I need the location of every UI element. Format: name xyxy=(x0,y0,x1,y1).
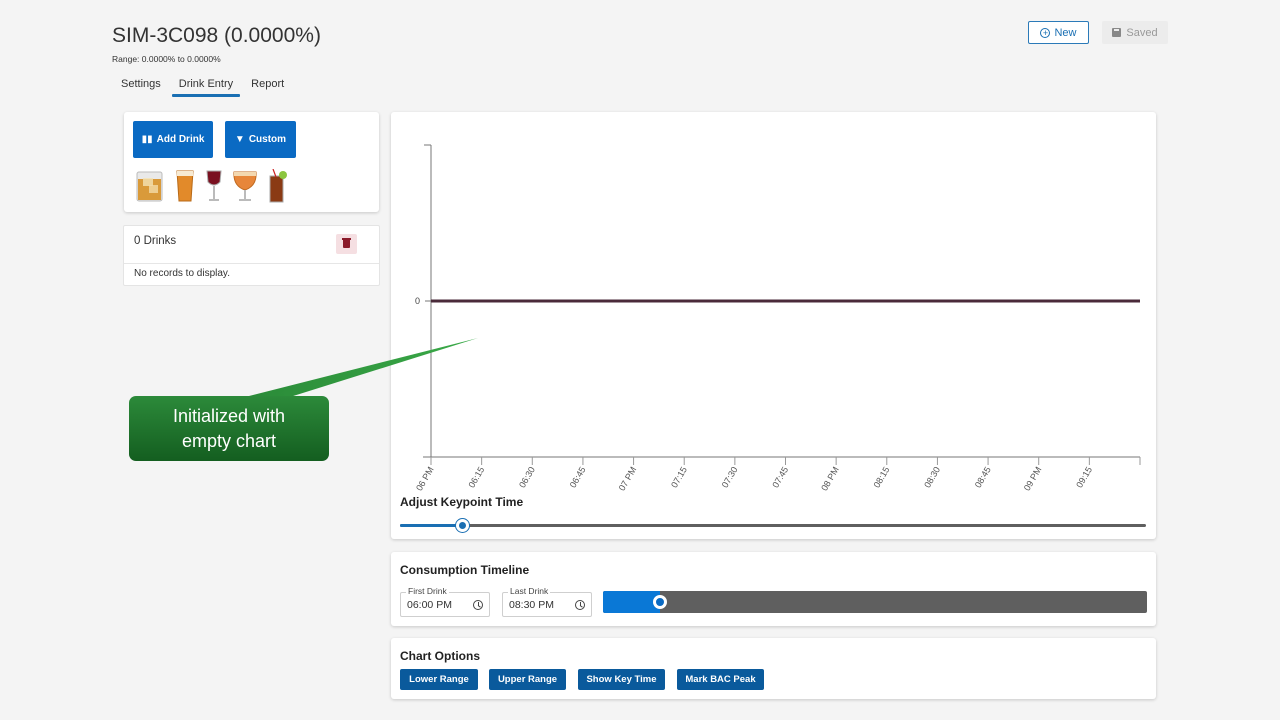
trash-icon xyxy=(342,238,351,248)
drink-entry-card: ▮▮ Add Drink ▼ Custom xyxy=(124,112,379,212)
whiskey-glass-icon[interactable] xyxy=(135,169,165,203)
upper-range-button[interactable]: Upper Range xyxy=(489,669,566,690)
tulip-beer-glass-icon[interactable] xyxy=(231,169,259,203)
plus-circle-icon: + xyxy=(1040,27,1051,38)
clock-icon[interactable] xyxy=(575,600,585,610)
saved-button[interactable]: Saved xyxy=(1102,21,1168,44)
bac-chart: 0 06 PM 06:15 06:30 06:45 07 PM 07:15 07:30 07:4… xyxy=(414,144,1141,493)
first-drink-label: First Drink xyxy=(406,586,449,596)
callout-line-2: empty chart xyxy=(181,431,277,451)
tab-drink-entry[interactable]: Drink Entry xyxy=(170,76,242,97)
keypoint-slider-track[interactable] xyxy=(400,524,1146,527)
drink-presets xyxy=(135,169,289,203)
chart-options-card: Chart Options Lower Range Upper Range Sh… xyxy=(391,638,1156,699)
new-button[interactable]: + New xyxy=(1028,21,1089,44)
x-tick-label: 08:30 xyxy=(922,465,942,490)
tab-report[interactable]: Report xyxy=(242,76,293,96)
keypoint-slider[interactable] xyxy=(400,516,1146,536)
tab-settings[interactable]: Settings xyxy=(112,76,170,96)
timeline-slider-thumb[interactable] xyxy=(653,595,668,609)
x-tick-label: 07:30 xyxy=(720,465,740,490)
keypoint-label: Adjust Keypoint Time xyxy=(400,495,524,509)
annotation-callout: Initialized with empty chart xyxy=(129,396,329,461)
x-tick-label: 08:15 xyxy=(872,465,892,490)
last-drink-field[interactable]: Last Drink 08:30 PM xyxy=(502,586,592,617)
drink-count: 0 Drinks xyxy=(134,235,177,247)
saved-button-label: Saved xyxy=(1126,26,1158,39)
first-drink-value[interactable]: 06:00 PM xyxy=(407,599,452,611)
timeline-slider-fill xyxy=(603,591,661,613)
x-tick-label: 09:15 xyxy=(1074,465,1094,490)
cocktail-glass-icon[interactable] xyxy=(265,169,289,203)
tab-bar: Settings Drink Entry Report xyxy=(112,76,293,97)
x-tick-label: 06:15 xyxy=(466,465,486,490)
chart-options-title: Chart Options xyxy=(400,649,480,663)
x-tick-label: 09 PM xyxy=(1022,465,1044,493)
x-tick-label: 07 PM xyxy=(617,465,639,493)
martini-glass-icon: ▼ xyxy=(234,134,245,145)
x-tick-label: 08 PM xyxy=(819,465,841,493)
last-drink-value[interactable]: 08:30 PM xyxy=(509,599,554,611)
beer-pint-icon[interactable] xyxy=(173,169,197,203)
add-drink-label: Add Drink xyxy=(156,134,205,145)
wine-glass-icon[interactable] xyxy=(203,169,225,203)
custom-drink-button[interactable]: ▼ Custom xyxy=(225,121,296,158)
custom-drink-label: Custom xyxy=(248,134,287,145)
x-tick-label: 07:15 xyxy=(669,465,689,490)
empty-list-message: No records to display. xyxy=(134,268,230,279)
save-disk-icon xyxy=(1112,28,1122,37)
page-title: SIM-3C098 (0.0000%) xyxy=(112,24,321,47)
consumption-timeline-card: Consumption Timeline First Drink 06:00 P… xyxy=(391,552,1156,626)
clock-icon[interactable] xyxy=(473,600,483,610)
x-tick-label: 08:45 xyxy=(973,465,993,490)
bac-range-text: Range: 0.0000% to 0.0000% xyxy=(112,54,221,64)
lower-range-button[interactable]: Lower Range xyxy=(400,669,478,690)
x-tick-label: 06:45 xyxy=(568,465,588,490)
x-tick-label: 06 PM xyxy=(414,465,436,493)
add-drink-button[interactable]: ▮▮ Add Drink xyxy=(133,121,213,158)
callout-line-1: Initialized with xyxy=(172,406,286,426)
last-drink-label: Last Drink xyxy=(508,586,551,596)
drink-list: 0 Drinks No records to display. xyxy=(124,226,379,285)
timeline-slider[interactable] xyxy=(603,591,1147,613)
mark-bac-peak-button[interactable]: Mark BAC Peak xyxy=(677,669,764,690)
timeline-title: Consumption Timeline xyxy=(400,563,530,577)
x-tick-label: 07:45 xyxy=(770,465,790,490)
keypoint-slider-fill xyxy=(400,524,462,527)
x-tick-label: 06:30 xyxy=(517,465,537,490)
first-drink-field[interactable]: First Drink 06:00 PM xyxy=(400,586,490,617)
keypoint-slider-thumb[interactable] xyxy=(455,519,469,532)
clear-drinks-button[interactable] xyxy=(336,234,357,254)
bottles-icon: ▮▮ xyxy=(141,134,153,145)
new-button-label: New xyxy=(1054,26,1077,39)
bac-chart-card: 0 06 PM 06:15 06:30 06:45 07 PM 07:15 07:30 07:4… xyxy=(391,112,1156,539)
y-tick-label: 0 xyxy=(415,296,420,306)
list-divider xyxy=(124,263,379,264)
show-key-time-button[interactable]: Show Key Time xyxy=(578,669,665,690)
